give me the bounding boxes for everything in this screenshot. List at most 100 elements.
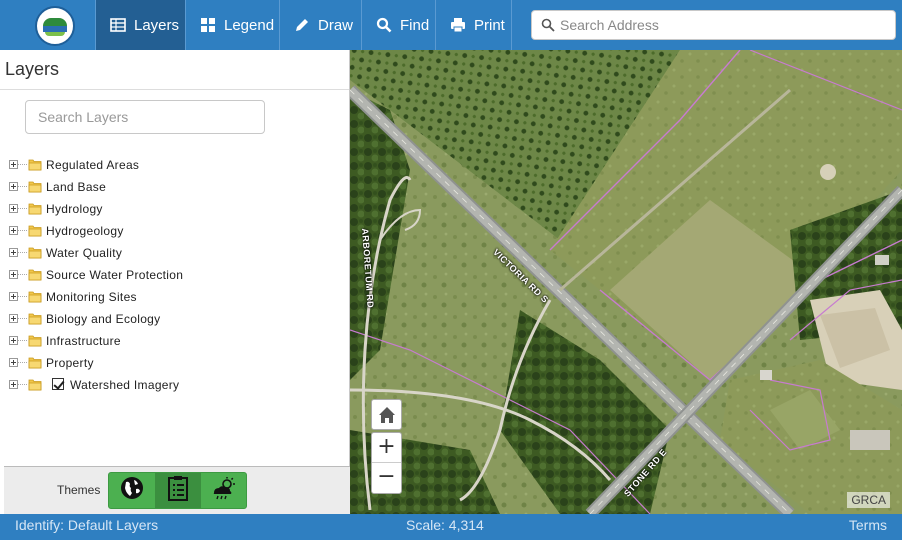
identify-status[interactable]: Identify: Default Layers	[15, 517, 158, 533]
printer-icon	[450, 17, 466, 33]
folder-icon	[28, 179, 42, 193]
expand-plus-icon[interactable]	[9, 292, 18, 301]
layer-group-row[interactable]: Hydrogeology	[0, 220, 349, 242]
layer-group-label: Hydrogeology	[46, 224, 124, 238]
organization-logo	[35, 6, 75, 46]
aerial-imagery	[350, 50, 902, 514]
terms-link[interactable]: Terms	[849, 517, 887, 533]
layers-panel: Layers Regulated Areas Land Base Hydrology…	[0, 50, 350, 514]
table-icon	[110, 17, 126, 33]
theme-clipboard-button[interactable]	[155, 473, 201, 508]
themes-label: Themes	[57, 483, 101, 497]
layer-group-row[interactable]: Property	[0, 352, 349, 374]
folder-icon	[28, 377, 42, 391]
logo-cell	[0, 0, 96, 50]
tree-connector	[18, 208, 27, 209]
expand-plus-icon[interactable]	[9, 270, 18, 279]
folder-icon	[28, 267, 42, 281]
layer-group-row[interactable]: Infrastructure	[0, 330, 349, 352]
layer-group-row[interactable]: Water Quality	[0, 242, 349, 264]
layer-group-label: Watershed Imagery	[70, 378, 180, 392]
folder-icon	[28, 355, 42, 369]
theme-button-group	[108, 472, 247, 509]
search-icon	[541, 18, 555, 32]
layer-group-row[interactable]: Monitoring Sites	[0, 286, 349, 308]
expand-plus-icon[interactable]	[9, 204, 18, 213]
zoom-in-button[interactable]: +	[372, 433, 401, 463]
layers-button-label: Layers	[134, 16, 180, 34]
find-button[interactable]: Find	[362, 0, 436, 50]
legend-button[interactable]: Legend	[186, 0, 280, 50]
address-search-input[interactable]	[560, 15, 890, 35]
layer-group-label: Monitoring Sites	[46, 290, 137, 304]
expand-plus-icon[interactable]	[9, 314, 18, 323]
layer-group-label: Land Base	[46, 180, 107, 194]
layer-group-row[interactable]: Regulated Areas	[0, 154, 349, 176]
address-search[interactable]	[531, 10, 896, 40]
themes-bar: Themes	[4, 466, 350, 514]
layer-search-input[interactable]	[25, 100, 265, 134]
layer-group-label: Biology and Ecology	[46, 312, 161, 326]
theme-weather-button[interactable]	[201, 473, 247, 508]
panel-title: Layers	[5, 59, 60, 79]
expand-plus-icon[interactable]	[9, 248, 18, 257]
tree-connector	[18, 230, 27, 231]
panel-divider	[0, 89, 349, 90]
tree-connector	[18, 274, 27, 275]
grid-icon	[200, 17, 216, 33]
folder-icon	[28, 245, 42, 259]
layer-group-row[interactable]: Source Water Protection	[0, 264, 349, 286]
folder-icon	[28, 223, 42, 237]
expand-plus-icon[interactable]	[9, 226, 18, 235]
tree-connector	[18, 340, 27, 341]
layer-group-label: Source Water Protection	[46, 268, 184, 282]
draw-button[interactable]: Draw	[280, 0, 362, 50]
scale-readout: Scale: 4,314	[406, 517, 484, 533]
legend-button-label: Legend	[224, 16, 275, 34]
map-view[interactable]: VICTORIA RD S ARBORETUM RD STONE RD E + …	[350, 50, 902, 514]
tree-connector	[18, 384, 27, 385]
expand-plus-icon[interactable]	[9, 182, 18, 191]
layer-group-label: Regulated Areas	[46, 158, 140, 172]
layer-group-label: Water Quality	[46, 246, 123, 260]
layer-group-label: Property	[46, 356, 94, 370]
zoom-control: + −	[371, 432, 402, 494]
folder-icon	[28, 333, 42, 347]
tree-connector	[18, 362, 27, 363]
expand-plus-icon[interactable]	[9, 336, 18, 345]
expand-plus-icon[interactable]	[9, 358, 18, 367]
folder-icon	[28, 289, 42, 303]
clipboard-icon	[166, 475, 190, 506]
zoom-out-button[interactable]: −	[372, 463, 401, 493]
layer-tree: Regulated Areas Land Base Hydrology Hydroge…	[0, 154, 349, 396]
globe-icon	[120, 476, 144, 505]
tree-connector	[18, 318, 27, 319]
layer-group-label: Infrastructure	[46, 334, 121, 348]
folder-icon	[28, 311, 42, 325]
draw-button-label: Draw	[318, 16, 354, 34]
layer-group-row[interactable]: Biology and Ecology	[0, 308, 349, 330]
layer-group-row[interactable]: Watershed Imagery	[0, 374, 349, 396]
home-button[interactable]	[371, 399, 402, 430]
layer-checkbox[interactable]	[52, 378, 64, 390]
print-button-label: Print	[474, 16, 505, 34]
folder-icon	[28, 201, 42, 215]
tree-connector	[18, 296, 27, 297]
theme-globe-button[interactable]	[109, 473, 155, 508]
tree-connector	[18, 164, 27, 165]
top-toolbar: Layers Legend Draw Find Print	[0, 0, 902, 50]
layer-group-label: Hydrology	[46, 202, 103, 216]
find-button-label: Find	[400, 16, 430, 34]
expand-plus-icon[interactable]	[9, 380, 18, 389]
tree-connector	[18, 252, 27, 253]
folder-icon	[28, 157, 42, 171]
map-attribution: GRCA	[847, 492, 890, 508]
print-button[interactable]: Print	[436, 0, 512, 50]
layer-group-row[interactable]: Hydrology	[0, 198, 349, 220]
pencil-icon	[294, 17, 310, 33]
layers-button[interactable]: Layers	[96, 0, 186, 50]
layer-group-row[interactable]: Land Base	[0, 176, 349, 198]
tree-connector	[18, 186, 27, 187]
expand-plus-icon[interactable]	[9, 160, 18, 169]
status-bar: Identify: Default Layers Scale: 4,314 Te…	[0, 514, 902, 540]
